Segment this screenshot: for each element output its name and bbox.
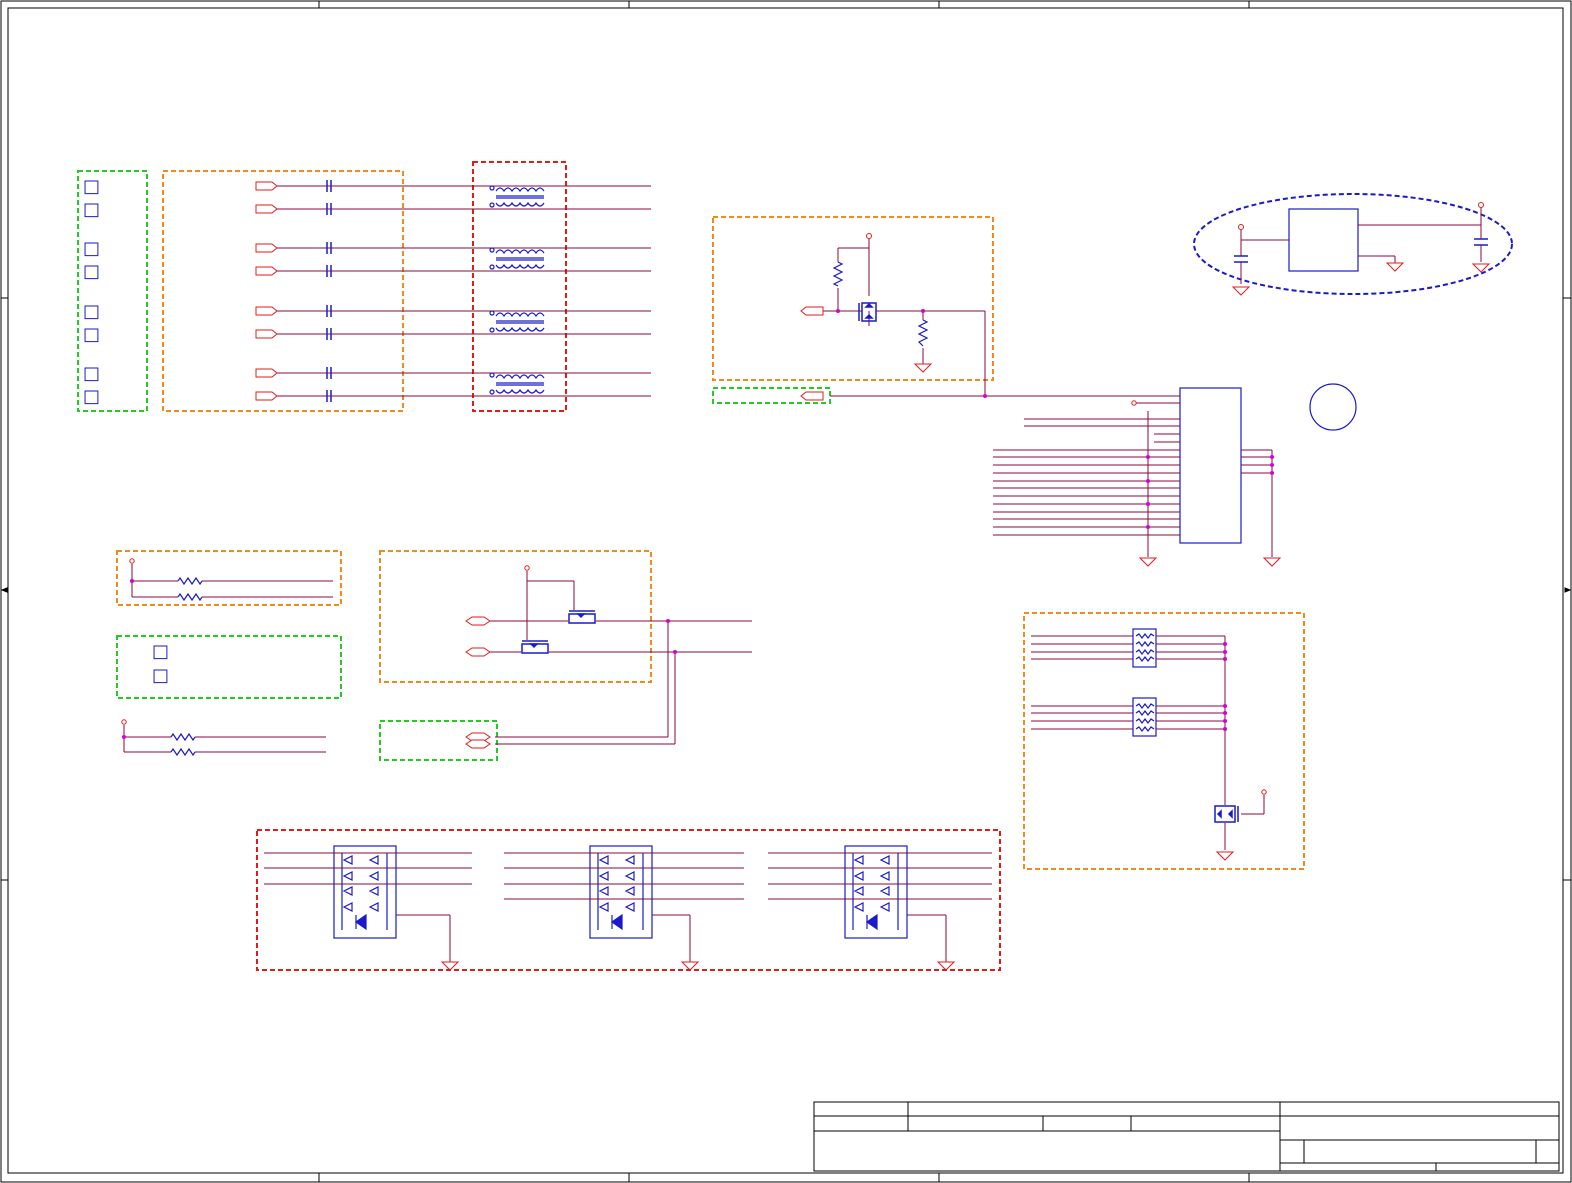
- resistor-array-section: [1031, 628, 1267, 861]
- svg-text:□: □: [83, 261, 100, 282]
- svg-text:□: □: [83, 363, 100, 384]
- input-port-icons: [255, 181, 278, 401]
- mounting-hole-icon: [1309, 383, 1357, 431]
- connector-section: [993, 387, 1282, 567]
- coupling-capacitor-icons: [326, 180, 332, 402]
- tvs-diode-arrays: [256, 829, 1001, 971]
- svg-text:□: □: [83, 199, 100, 220]
- tvs-diode-icons: [333, 845, 908, 939]
- transformer-icons: [489, 185, 545, 395]
- tvs-array-section: [264, 845, 992, 971]
- svg-text:□: □: [83, 238, 100, 259]
- level-shifter: [379, 550, 652, 683]
- ldo-regulator-section: [1231, 202, 1491, 431]
- connector-chip-icon: [1179, 387, 1242, 544]
- label-glyphs: □ □ □ □ □ □ □ □ □ □: [83, 176, 169, 686]
- level-shifter-mosfet-icons: [521, 610, 596, 654]
- svg-text:□: □: [83, 386, 100, 407]
- ac-coupling-capacitors: [162, 170, 404, 412]
- mosfet-icon: [858, 302, 877, 322]
- svg-text:□: □: [152, 665, 169, 686]
- pulldown-resistor-icon: [917, 319, 929, 347]
- mosfet-switch-circuit: [712, 216, 994, 381]
- title-block: [813, 1101, 1560, 1172]
- mosfet-switch-section: [800, 233, 1180, 401]
- svg-text:□: □: [83, 301, 100, 322]
- svg-text:□: □: [83, 176, 100, 197]
- svg-text:□: □: [83, 324, 100, 345]
- ldo-chip-icon: [1288, 208, 1359, 272]
- svg-text:□: □: [152, 641, 169, 662]
- array-mosfet-icon: [1214, 805, 1239, 823]
- ground-icons: [440, 961, 956, 971]
- note-label-block: [116, 635, 342, 699]
- ethernet-transformers: [472, 161, 567, 412]
- schematic-sheet: □ □ □ □ □ □ □ □ □ □: [0, 0, 1572, 1183]
- pullup-resistor-icon: [832, 261, 844, 287]
- resistor-arrays: [1023, 612, 1305, 870]
- ethernet-input-section: [255, 180, 651, 402]
- resistor-array-icons: [1132, 628, 1157, 737]
- sheet-frame: [0, 0, 1572, 1183]
- level-shifter-section: [465, 565, 752, 749]
